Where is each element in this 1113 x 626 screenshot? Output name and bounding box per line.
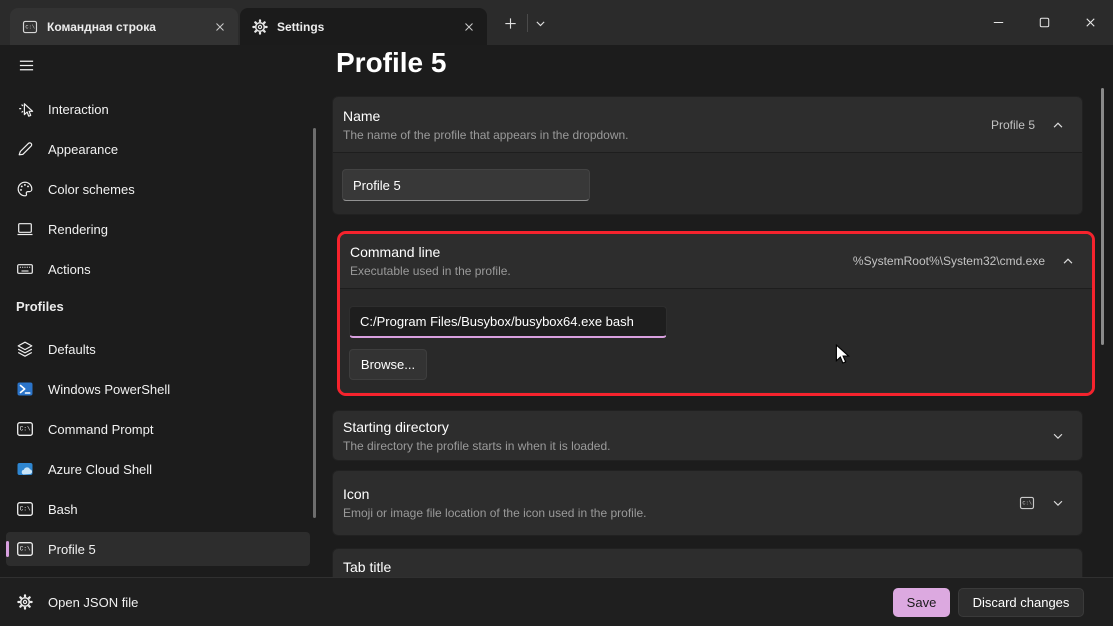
sidebar-item-label: Appearance <box>48 142 118 157</box>
gear-icon <box>17 594 33 610</box>
icon-subtitle: Emoji or image file location of the icon… <box>343 506 647 520</box>
monitor-icon <box>16 220 34 238</box>
sidebar-item-bash[interactable]: Bash <box>6 492 310 526</box>
name-title: Name <box>343 108 629 124</box>
main-scrollbar[interactable] <box>1101 88 1104 345</box>
name-input[interactable] <box>342 169 590 201</box>
chevron-down-icon <box>534 17 547 30</box>
sidebar-item-label: Actions <box>48 262 91 277</box>
footer: Open JSON file Save Discard changes <box>0 577 1113 626</box>
tab-close-icon[interactable] <box>208 15 232 39</box>
sidebar-item-label: Interaction <box>48 102 109 117</box>
new-tab-button[interactable] <box>497 10 523 36</box>
tab-command-prompt[interactable]: Командная строка <box>10 8 238 45</box>
starting-directory-card[interactable]: Starting directory The directory the pro… <box>332 410 1083 461</box>
command-line-card: Command line Executable used in the prof… <box>340 234 1092 393</box>
titlebar: Командная строка Settings <box>0 0 1113 45</box>
sidebar-item-rendering[interactable]: Rendering <box>6 212 310 246</box>
minimize-icon <box>991 15 1006 30</box>
interaction-icon <box>16 100 34 118</box>
icon-card[interactable]: Icon Emoji or image file location of the… <box>332 470 1083 536</box>
chevron-down-icon[interactable] <box>1051 496 1065 510</box>
sidebar-item-color-schemes[interactable]: Color schemes <box>6 172 310 206</box>
sidebar-item-label: Defaults <box>48 342 96 357</box>
tab-close-icon[interactable] <box>457 15 481 39</box>
tab-label: Командная строка <box>47 20 156 34</box>
name-expander-header[interactable]: Name The name of the profile that appear… <box>333 97 1082 152</box>
tab-title-card[interactable]: Tab title <box>332 548 1083 577</box>
discard-changes-button[interactable]: Discard changes <box>958 588 1084 617</box>
cmd-window-icon <box>16 540 34 558</box>
save-button[interactable]: Save <box>893 588 950 617</box>
windows-terminal-settings-window: C:\ <box>0 0 1113 626</box>
sidebar-item-label: Color schemes <box>48 182 135 197</box>
command-line-current-value: %SystemRoot%\System32\cmd.exe <box>853 254 1045 268</box>
sidebar-item-label: Rendering <box>48 222 108 237</box>
sidebar-item-defaults[interactable]: Defaults <box>6 332 310 366</box>
gear-icon <box>252 19 268 35</box>
chevron-down-icon[interactable] <box>1051 429 1065 443</box>
sidebar-item-interaction[interactable]: Interaction <box>6 92 310 126</box>
sidebar-item-label: Azure Cloud Shell <box>48 462 152 477</box>
plus-icon <box>503 16 518 31</box>
sidebar-item-label: Profile 5 <box>48 542 96 557</box>
chevron-up-icon[interactable] <box>1061 254 1075 268</box>
cmd-window-icon <box>16 420 34 438</box>
tab-settings[interactable]: Settings <box>240 8 487 45</box>
cmd-window-icon <box>1019 495 1035 511</box>
azure-cloud-icon <box>16 460 34 478</box>
tab-label: Settings <box>277 20 324 34</box>
profiles-section-label: Profiles <box>16 299 64 314</box>
new-tab-dropdown-button[interactable] <box>529 10 551 36</box>
chevron-up-icon[interactable] <box>1051 118 1065 132</box>
highlight-annotation: Command line Executable used in the prof… <box>337 231 1095 396</box>
hamburger-icon <box>18 57 35 74</box>
sidebar-item-label: Windows PowerShell <box>48 382 170 397</box>
tab-title-title: Tab title <box>343 559 391 575</box>
sidebar-item-appearance[interactable]: Appearance <box>6 132 310 166</box>
close-icon <box>1083 15 1098 30</box>
keyboard-icon <box>16 260 34 278</box>
name-card: Name The name of the profile that appear… <box>332 96 1083 215</box>
settings-content: Profile 5 Name The name of the profile t… <box>332 45 1113 577</box>
sidebar-scrollbar[interactable] <box>313 128 316 518</box>
sidebar: Interaction Appearance Color schemes Ren… <box>0 45 332 577</box>
command-line-title: Command line <box>350 244 511 260</box>
close-button[interactable] <box>1067 0 1113 44</box>
sidebar-item-actions[interactable]: Actions <box>6 252 310 286</box>
command-line-input[interactable] <box>349 306 667 338</box>
sidebar-item-label: Command Prompt <box>48 422 153 437</box>
minimize-button[interactable] <box>975 0 1021 44</box>
maximize-button[interactable] <box>1021 0 1067 44</box>
layers-icon <box>16 340 34 358</box>
pen-icon <box>16 140 34 158</box>
starting-directory-subtitle: The directory the profile starts in when… <box>343 439 610 453</box>
starting-directory-title: Starting directory <box>343 419 610 435</box>
sidebar-item-command-prompt[interactable]: Command Prompt <box>6 412 310 446</box>
sidebar-item-azure-cloud-shell[interactable]: Azure Cloud Shell <box>6 452 310 486</box>
icon-title: Icon <box>343 486 647 502</box>
name-subtitle: The name of the profile that appears in … <box>343 128 629 142</box>
open-json-file-label: Open JSON file <box>48 595 138 610</box>
sidebar-item-label: Bash <box>48 502 78 517</box>
open-json-file-button[interactable]: Open JSON file <box>17 594 138 610</box>
browse-button[interactable]: Browse... <box>349 349 427 380</box>
mouse-cursor <box>835 344 851 366</box>
powershell-icon <box>16 380 34 398</box>
sidebar-item-windows-powershell[interactable]: Windows PowerShell <box>6 372 310 406</box>
cmd-window-icon <box>22 19 38 35</box>
palette-icon <box>16 180 34 198</box>
tabbar-separator <box>527 14 528 32</box>
cmd-window-icon <box>16 500 34 518</box>
command-line-expanded-body: Browse... <box>340 288 1092 392</box>
name-expanded-body <box>333 152 1082 214</box>
name-current-value: Profile 5 <box>991 118 1035 132</box>
sidebar-item-profile-5[interactable]: Profile 5 <box>6 532 310 566</box>
maximize-icon <box>1037 15 1052 30</box>
command-line-expander-header[interactable]: Command line Executable used in the prof… <box>340 234 1092 288</box>
command-line-subtitle: Executable used in the profile. <box>350 264 511 278</box>
hamburger-menu-button[interactable] <box>14 53 38 77</box>
page-title: Profile 5 <box>336 47 446 79</box>
